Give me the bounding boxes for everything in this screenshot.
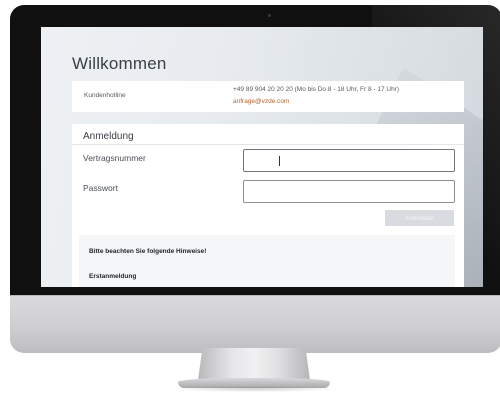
- monitor-stand-neck: [198, 348, 310, 380]
- monitor-bezel: Willkommen Kundenhotline +49 89 904 20 2…: [10, 5, 500, 295]
- login-title: Anmeldung: [83, 131, 134, 142]
- hotline-email-link[interactable]: anfrage@vzde.com: [233, 98, 289, 105]
- first-login-heading: Erstanmeldung: [89, 273, 137, 280]
- imac-monitor: Willkommen Kundenhotline +49 89 904 20 2…: [10, 5, 500, 353]
- contract-number-input[interactable]: [243, 149, 455, 172]
- monitor-chin: [10, 295, 500, 353]
- login-divider: [72, 144, 464, 145]
- page-title: Willkommen: [72, 54, 167, 73]
- text-caret: [279, 156, 280, 166]
- stand-shadow: [170, 386, 338, 392]
- login-card: Anmeldung Vertragsnummer Passwort Anmeld…: [72, 124, 464, 287]
- camera-icon: [268, 14, 271, 17]
- hotline-phone[interactable]: +49 89 904 20 20 20 (Mo bis Do 8 - 18 Uh…: [233, 86, 399, 93]
- notes-box: Bitte beachten Sie folgende Hinweise! Er…: [79, 235, 455, 287]
- screen: Willkommen Kundenhotline +49 89 904 20 2…: [41, 27, 483, 287]
- hotline-card: Kundenhotline +49 89 904 20 20 20 (Mo bi…: [72, 81, 464, 112]
- password-input[interactable]: [243, 180, 455, 203]
- login-button[interactable]: Anmelden: [385, 210, 454, 226]
- contract-number-label: Vertragsnummer: [83, 153, 146, 163]
- hotline-label: Kundenhotline: [84, 92, 126, 99]
- notes-heading: Bitte beachten Sie folgende Hinweise!: [89, 248, 207, 255]
- password-label: Passwort: [83, 183, 118, 193]
